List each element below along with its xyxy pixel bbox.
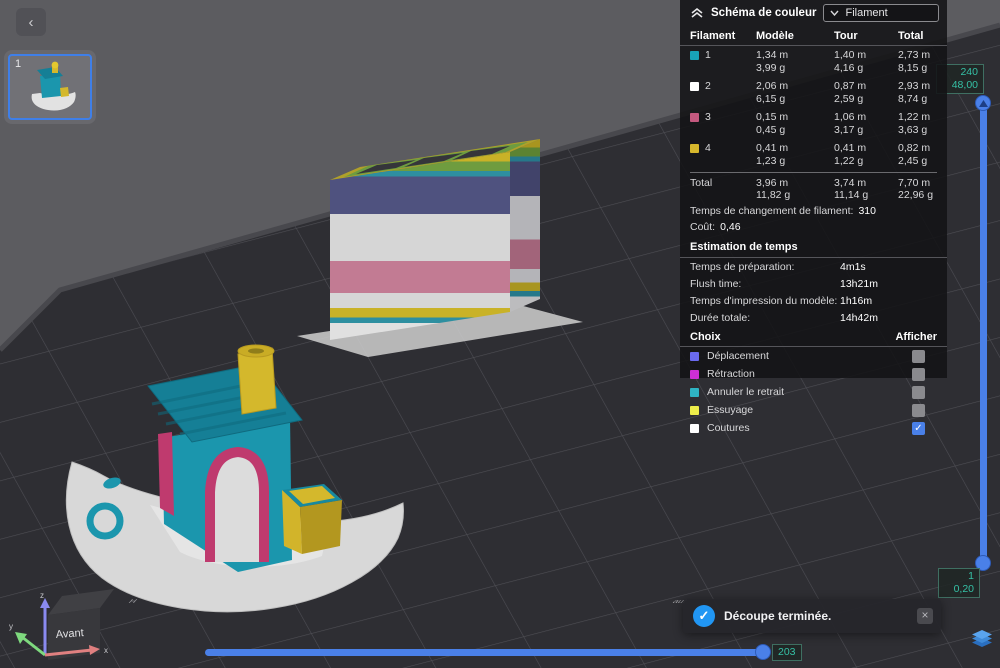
- filament-color-swatch: [690, 144, 699, 153]
- checkbox-wipe[interactable]: [912, 404, 925, 417]
- option-row-wipe: Essuyage: [680, 401, 947, 419]
- filament-color-swatch: [690, 51, 699, 60]
- gizmo-z-label: z: [40, 591, 44, 600]
- gizmo-front-label: Avant: [55, 627, 84, 641]
- step-slider-value: 203: [772, 644, 802, 661]
- option-color-swatch: [690, 370, 699, 379]
- filament-row-1: 1 1,34 m3,99 g 1,40 m4,16 g 2,73 m8,15 g: [680, 46, 947, 77]
- option-color-swatch: [690, 406, 699, 415]
- chevron-left-icon: ‹: [29, 14, 34, 31]
- color-scheme-panel: Schéma de couleur Filament Filament Modè…: [680, 0, 947, 378]
- checkbox-travel[interactable]: [912, 350, 925, 363]
- layer-slider-bottom-label: 1 0,20: [938, 568, 980, 598]
- toast-message: Découpe terminée.: [724, 609, 908, 623]
- dropdown-value: Filament: [845, 7, 887, 19]
- layer-slider-top-handle[interactable]: [975, 95, 991, 111]
- option-row-unretraction: Annuler le retrait: [680, 383, 947, 401]
- collapse-sidebar-button[interactable]: ‹: [16, 8, 46, 36]
- filament-row-2: 2 2,06 m6,15 g 0,87 m2,59 g 2,93 m8,74 g: [680, 77, 947, 108]
- toast-close-button[interactable]: ×: [917, 608, 933, 624]
- plate-thumbnail-image: [10, 56, 90, 116]
- view-mode-dropdown[interactable]: Filament: [823, 4, 939, 22]
- checkbox-retraction[interactable]: [912, 368, 925, 381]
- time-row-flush: Flush time: 13h21m: [680, 275, 947, 292]
- filament-table-header: Filament Modèle Tour Total: [680, 26, 947, 46]
- plate-number: 1: [15, 58, 21, 70]
- time-row-model-print: Temps d'impression du modèle: 1h16m: [680, 292, 947, 309]
- success-check-icon: ✓: [693, 605, 715, 627]
- benchy-arch: [210, 452, 264, 562]
- slicer-preview-window: Haut Avant z y x ‹ 1: [0, 0, 1000, 668]
- filament-row-3: 3 0,15 m0,45 g 1,06 m3,17 g 1,22 m3,63 g: [680, 108, 947, 139]
- step-slider-track[interactable]: [205, 649, 763, 656]
- arrow-up-icon: [979, 100, 988, 107]
- panel-title: Schéma de couleur: [711, 7, 816, 19]
- checkbox-seams[interactable]: ✓: [912, 422, 925, 435]
- benchy-chimney: [238, 348, 276, 414]
- layer-slider-track[interactable]: [980, 101, 987, 565]
- filament-color-swatch: [690, 113, 699, 122]
- toast-notification: ✓ Découpe terminée. ×: [683, 599, 941, 633]
- option-row-retraction: Rétraction: [680, 365, 947, 383]
- option-color-swatch: [690, 352, 699, 361]
- time-row-total-duration: Durée totale: 14h42m: [680, 309, 947, 326]
- filament-color-swatch: [690, 82, 699, 91]
- filament-change-count: Temps de changement de filament:310: [680, 203, 947, 219]
- checkbox-unretraction[interactable]: [912, 386, 925, 399]
- layers-view-icon[interactable]: [970, 630, 994, 650]
- option-color-swatch: [690, 388, 699, 397]
- time-estimation-title: Estimation de temps: [680, 235, 947, 258]
- plate-thumbnail-card[interactable]: 1: [4, 50, 96, 124]
- option-row-seams: Coutures ✓: [680, 419, 947, 437]
- filament-total-row: Total 3,96 m11,82 g 3,74 m11,14 g 7,70 m…: [680, 173, 947, 203]
- benchy-porthole: [90, 506, 120, 536]
- gizmo-y-label: y: [9, 622, 13, 631]
- option-row-travel: Déplacement: [680, 347, 947, 365]
- plate-thumbnail[interactable]: 1: [8, 54, 92, 120]
- option-color-swatch: [690, 424, 699, 433]
- step-slider-handle[interactable]: [755, 644, 771, 660]
- time-row-preparation: Temps de préparation: 4m1s: [680, 258, 947, 275]
- filament-row-4: 4 0,41 m1,23 g 0,41 m1,22 g 0,82 m2,45 g: [680, 139, 947, 170]
- gizmo-x-label: x: [104, 646, 108, 655]
- chevron-down-icon: [830, 10, 839, 16]
- options-header: Choix Afficher: [680, 326, 947, 347]
- cost-line: Coût:0,46: [680, 219, 947, 235]
- collapse-panel-icon[interactable]: [690, 7, 704, 19]
